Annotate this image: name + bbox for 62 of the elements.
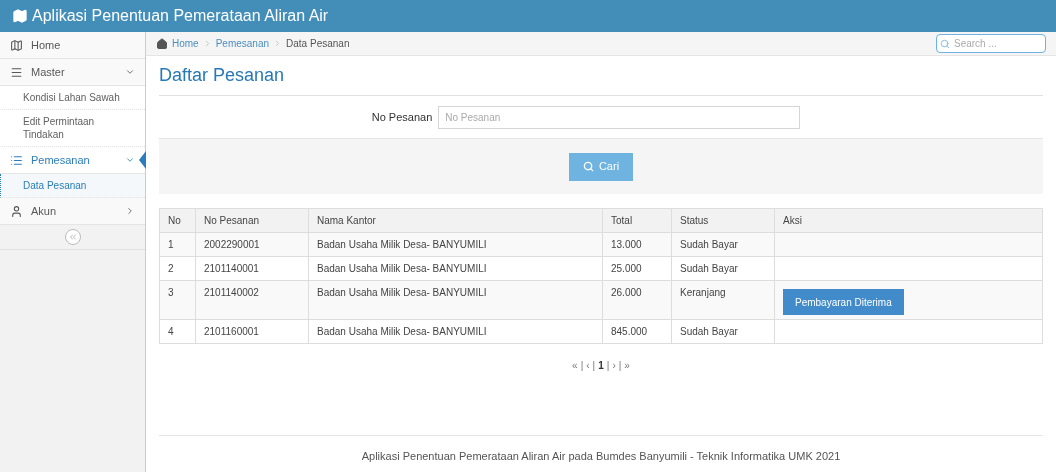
collapse-sidebar-button[interactable] (64, 229, 81, 245)
sidebar-item[interactable]: Home (0, 32, 145, 59)
pagination-link[interactable]: » (624, 358, 630, 373)
table-cell: 2101140001 (195, 256, 309, 281)
table-cell: Badan Usaha Milik Desa- BANYUMILI (308, 280, 603, 320)
search-field[interactable]: Search ... (936, 34, 1046, 53)
table-cell: 2101160001 (195, 319, 309, 344)
breadcrumb-current: Data Pesanan (286, 37, 350, 51)
search-icon (940, 38, 950, 49)
submenu-item[interactable]: Kondisi Lahan Sawah (0, 86, 145, 110)
table-cell: Sudah Bayar (671, 319, 775, 344)
table-cell: Sudah Bayar (671, 232, 775, 257)
pagination-link[interactable]: › (612, 358, 616, 373)
separator-text: | (618, 359, 622, 373)
map-icon (12, 8, 28, 24)
separator-text: | (592, 359, 596, 373)
separator-text: | (606, 359, 610, 373)
user-icon (10, 204, 23, 218)
table-cell: 25.000 (602, 256, 672, 281)
table-cell: 2101140002 (195, 280, 309, 320)
column-header: No (159, 208, 196, 233)
pagination-link[interactable]: ‹ (586, 358, 590, 373)
double-chevron-icon (67, 232, 78, 242)
breadcrumb-link[interactable]: Home (172, 36, 199, 51)
sidebar-item[interactable]: Akun (0, 198, 145, 225)
table-cell: 13.000 (602, 232, 672, 257)
table-cell: 2 (159, 256, 196, 281)
column-header: Status (671, 208, 775, 233)
column-header: Total (602, 208, 672, 233)
list-icon (10, 153, 23, 167)
pagination-link[interactable]: « (572, 358, 578, 373)
submenu-item[interactable]: Edit Permintaan Tindakan (0, 110, 145, 147)
submenu-item[interactable]: Data Pesanan (0, 174, 145, 198)
table-cell: 26.000 (602, 280, 672, 320)
table-cell: Keranjang (671, 280, 775, 320)
order-number-field[interactable]: No Pesanan (438, 105, 801, 129)
home-icon (156, 37, 168, 50)
table-cell: 1 (159, 232, 196, 257)
payment-received-button[interactable]: Pembayaran Diterima (783, 289, 904, 315)
table-cell: 2002290001 (195, 232, 309, 257)
sidebar-item[interactable]: Pemesanan (0, 147, 145, 174)
pagination-link[interactable]: 1 (598, 358, 604, 373)
separator-text: | (580, 359, 584, 373)
column-header: Aksi (774, 208, 1043, 233)
column-header: Nama Kantor (308, 208, 603, 233)
table-cell: Badan Usaha Milik Desa- BANYUMILI (308, 319, 603, 344)
table-cell: Sudah Bayar (671, 256, 775, 281)
breadcrumb-link[interactable]: Pemesanan (215, 36, 270, 51)
search-icon (582, 161, 594, 172)
footer-text: Aplikasi Penentuan Pemerataan Aliran Air pada Bumdes Banyumili - Teknik Informatika UMK 2021 (361, 448, 841, 464)
table-cell: 3 (159, 280, 196, 320)
menu-icon (10, 65, 23, 79)
field-label: No Pesanan (371, 109, 433, 125)
column-header: No Pesanan (195, 208, 309, 233)
table-cell: Badan Usaha Milik Desa- BANYUMILI (308, 256, 603, 281)
sidebar-item[interactable]: Master (0, 59, 145, 86)
table-cell: 845.000 (602, 319, 672, 344)
table-cell: 4 (159, 319, 196, 344)
map-icon (10, 38, 23, 52)
app-title: Aplikasi Penentuan Pemerataan Aliran Air (32, 6, 329, 26)
table-cell: Badan Usaha Milik Desa- BANYUMILI (308, 232, 603, 257)
page-title: Daftar Pesanan (159, 64, 285, 87)
